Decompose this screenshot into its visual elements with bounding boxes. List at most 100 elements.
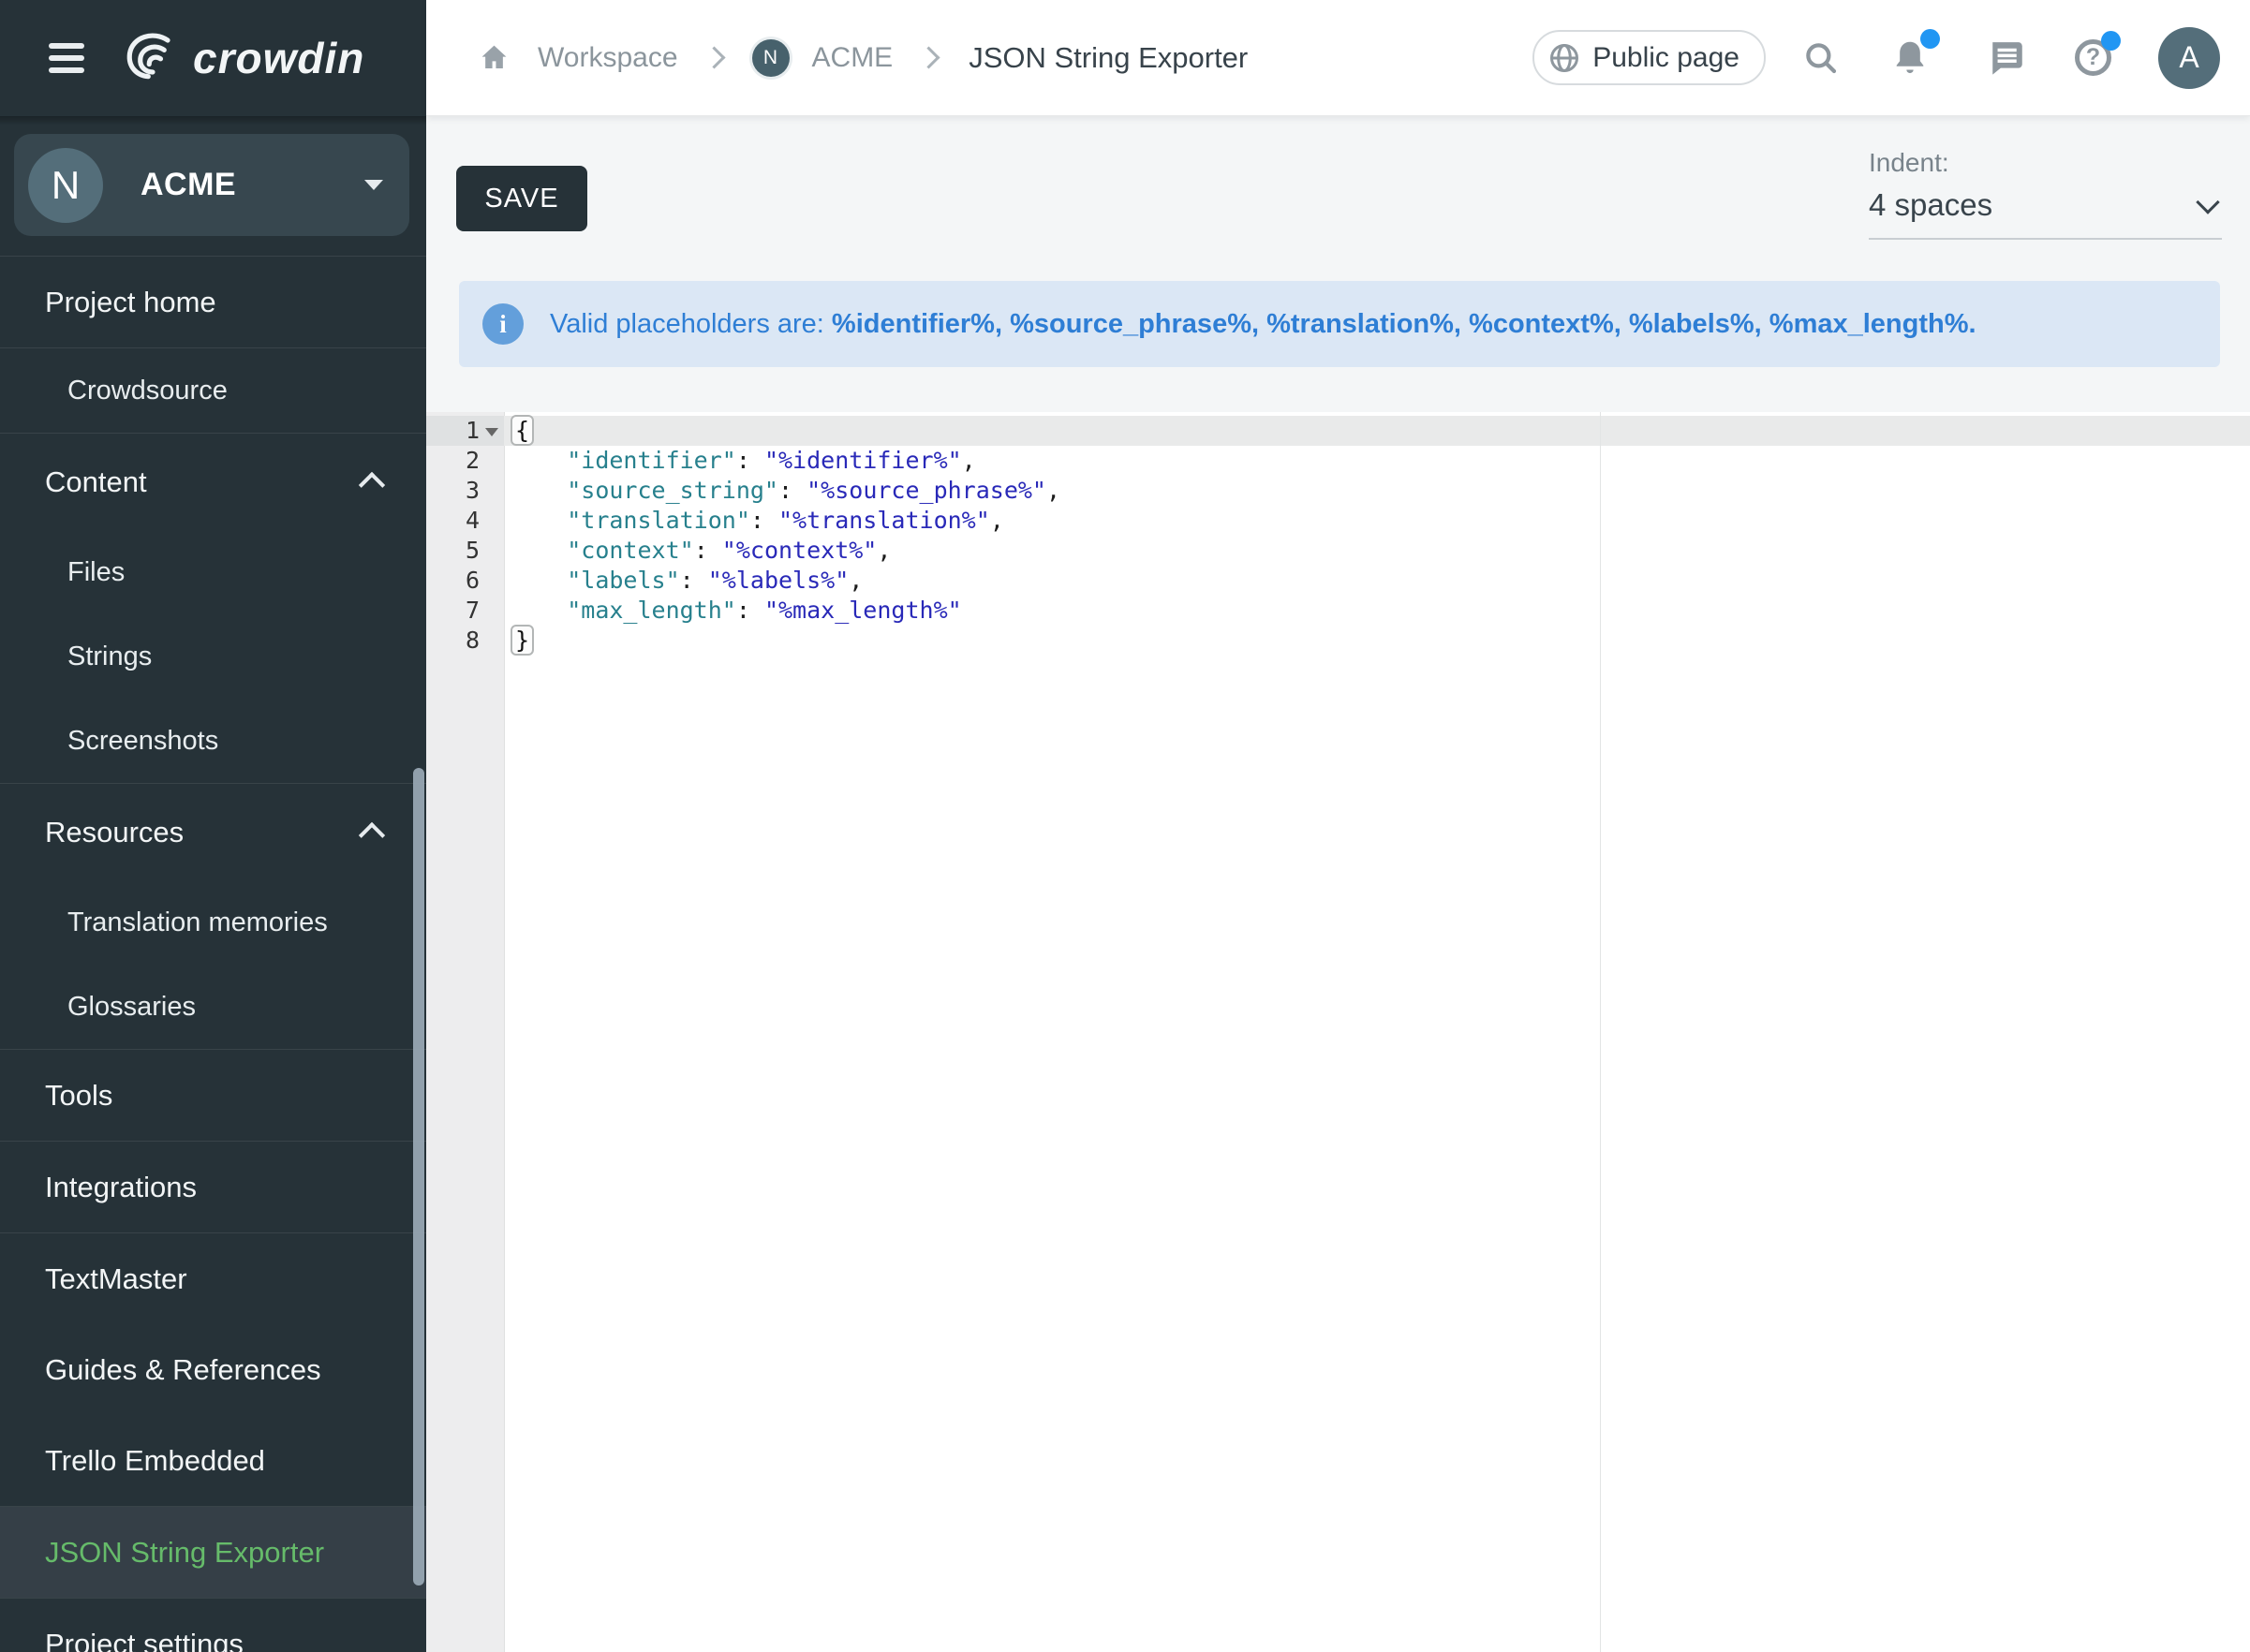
info-banner: i Valid placeholders are: %identifier%, … [459,281,2220,367]
sidebar-item-resources[interactable]: Resources [0,784,426,880]
top-bar-breadcrumb-area: Workspace N ACME JSON String Exporter Pu… [426,0,2250,116]
sidebar-item-label: Integrations [45,1171,197,1204]
crowdin-logo-text[interactable]: crowdin [193,33,364,83]
code-line-5[interactable]: 5 "context": "%context%", [426,536,2250,566]
sidebar-item-json-string-exporter[interactable]: JSON String Exporter [0,1507,426,1598]
code-segment [511,447,567,474]
code-segment [511,537,567,564]
sidebar-item-label: Glossaries [67,992,196,1023]
sidebar-item-project-settings[interactable]: Project settings [0,1599,426,1652]
code-line-2[interactable]: 2 "identifier": "%identifier%", [426,446,2250,476]
code-segment: "context" [567,537,693,564]
code-segment: , [849,567,863,594]
top-bar: crowdin Workspace N ACME JSON String Exp… [0,0,2250,116]
code-text: "max_length": "%max_length%" [504,596,962,626]
line-number: 1 [426,416,504,446]
code-line-4[interactable]: 4 "translation": "%translation%", [426,506,2250,536]
sidebar-item-label: Files [67,557,125,588]
sidebar-scrollbar-thumb[interactable] [413,768,424,1586]
chevron-right-icon [918,46,940,68]
crowdin-logo-icon[interactable] [122,29,184,88]
home-icon[interactable] [479,42,510,73]
sidebar-item-label: Crowdsource [67,376,228,406]
save-button[interactable]: SAVE [456,166,587,231]
code-segment: , [1046,477,1060,504]
editor-lines: 1{2 "identifier": "%identifier%",3 "sour… [426,412,2250,656]
sidebar-item-textmaster[interactable]: TextMaster [0,1233,426,1324]
project-name: ACME [141,167,236,203]
code-segment [511,567,567,594]
code-line-8[interactable]: 8} [426,626,2250,656]
code-segment: : [736,597,764,624]
public-page-button[interactable]: Public page [1532,30,1766,85]
code-segment: "%max_length%" [764,597,962,624]
breadcrumb-project-link[interactable]: ACME [812,42,894,74]
sidebar-item-label: Project home [45,286,216,319]
code-segment: "max_length" [567,597,736,624]
sidebar-nav: Project home Crowdsource Content Files Strin… [0,256,426,1652]
sidebar-item-label: Strings [67,642,152,672]
sidebar-item-content[interactable]: Content [0,434,426,530]
project-switcher[interactable]: N ACME [14,134,409,236]
app-window: crowdin Workspace N ACME JSON String Exp… [0,0,2250,1652]
sidebar-item-glossaries[interactable]: Glossaries [0,965,426,1049]
sidebar-item-label: Tools [45,1079,112,1113]
hamburger-menu-icon[interactable] [49,43,84,73]
notifications-button[interactable] [1889,37,1931,79]
user-avatar[interactable]: A [2158,27,2220,89]
banner-placeholder: %identifier%, [832,309,1002,339]
code-editor[interactable]: 1{2 "identifier": "%identifier%",3 "sour… [426,412,2250,1652]
code-line-1[interactable]: 1{ [426,416,2250,446]
code-line-6[interactable]: 6 "labels": "%labels%", [426,566,2250,596]
code-segment [511,477,567,504]
breadcrumb-current-page: JSON String Exporter [969,41,1248,75]
sidebar-item-label: Trello Embedded [45,1444,265,1478]
messages-button[interactable] [1985,37,2026,79]
sidebar: N ACME Project home Crowdsource Content Fil… [0,116,426,1652]
sidebar-item-project-home[interactable]: Project home [0,257,426,347]
code-line-7[interactable]: 7 "max_length": "%max_length%" [426,596,2250,626]
banner-placeholder: %source_phrase%, [1010,309,1259,339]
code-text: "context": "%context%", [504,536,891,566]
sidebar-item-label: Screenshots [67,726,218,757]
help-button[interactable]: ? [2075,39,2111,76]
line-number: 8 [426,626,504,656]
info-icon: i [482,303,524,345]
search-button[interactable] [1801,38,1841,78]
line-number: 7 [426,596,504,626]
code-segment: : [694,537,722,564]
sidebar-item-label: Project settings [45,1628,244,1652]
indent-select[interactable]: 4 spaces [1869,187,2222,240]
sidebar-item-tools[interactable]: Tools [0,1050,426,1141]
editor-ruler-line [1600,412,1601,1652]
sidebar-item-guides-references[interactable]: Guides & References [0,1324,426,1415]
banner-placeholder: %context%, [1469,309,1621,339]
project-avatar: N [28,148,103,223]
sidebar-item-trello-embedded[interactable]: Trello Embedded [0,1415,426,1506]
code-text: { [504,416,536,446]
search-icon [1801,38,1841,78]
sidebar-item-files[interactable]: Files [0,530,426,614]
sidebar-item-label: Translation memories [67,907,328,938]
line-number: 5 [426,536,504,566]
breadcrumb-project-avatar[interactable]: N [752,39,790,77]
code-text: "source_string": "%source_phrase%", [504,476,1060,506]
breadcrumb-workspace-link[interactable]: Workspace [538,42,678,74]
sidebar-item-integrations[interactable]: Integrations [0,1142,426,1232]
sidebar-item-screenshots[interactable]: Screenshots [0,699,426,783]
code-line-3[interactable]: 3 "source_string": "%source_phrase%", [426,476,2250,506]
sidebar-item-label: TextMaster [45,1262,187,1296]
code-segment [511,597,567,624]
sidebar-item-translation-memories[interactable]: Translation memories [0,880,426,965]
banner-prefix: Valid placeholders are: [550,309,832,339]
help-badge-dot [2101,31,2121,51]
line-number: 4 [426,506,504,536]
fold-arrow-icon[interactable] [485,428,498,436]
sidebar-item-crowdsource[interactable]: Crowdsource [0,348,426,433]
code-segment: "%context%" [722,537,878,564]
code-segment: : [736,447,764,474]
code-segment: : [750,507,778,534]
sidebar-item-strings[interactable]: Strings [0,614,426,699]
code-segment [511,507,567,534]
line-number: 6 [426,566,504,596]
